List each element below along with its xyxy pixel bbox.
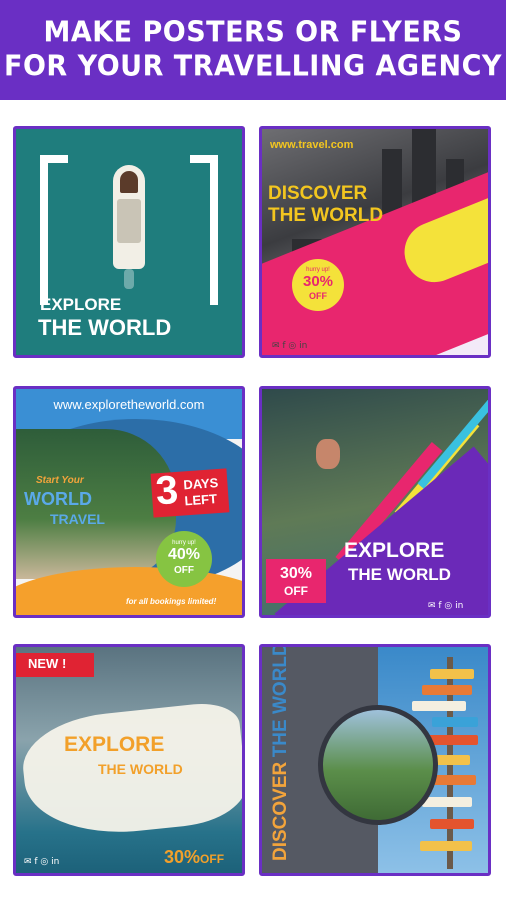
discount-text: 30%OFF (164, 847, 224, 868)
template-card-discover-city[interactable]: www.travel.com DISCOVER THE WORLD hurry … (259, 126, 491, 358)
card-title-line2: THE WORLD (98, 761, 183, 777)
card-url: www.travel.com (270, 139, 354, 151)
card-title-line1: WORLD (24, 489, 92, 509)
frame-decoration (40, 155, 68, 163)
template-card-world-travel[interactable]: www.exploretheworld.com Start Your WORLD… (13, 386, 245, 618)
header-line-2: FOR YOUR TRAVELLING AGENCY (4, 50, 502, 83)
badge-off: OFF (284, 584, 308, 598)
card-title-line2: THE WORLD (268, 205, 384, 226)
signpost-sign (430, 819, 474, 829)
badge-off: OFF (309, 291, 327, 301)
header-line-1: MAKE POSTERS OR FLYERS (43, 16, 463, 49)
badge-off: OFF (174, 565, 194, 576)
template-card-explore-boat[interactable]: EXPLORE THE WORLD (13, 126, 245, 358)
card-title-line1: EXPLORE (344, 539, 445, 562)
days-number: 3 (154, 467, 180, 514)
social-icons: ✉ f ◎ in (24, 857, 60, 867)
card-title-line1: DISCOVER (268, 183, 368, 204)
card-title-line2: THE WORLD (38, 315, 172, 340)
discount-badge: hurry up! 40% OFF (156, 531, 212, 587)
promo-header: MAKE POSTERS OR FLYERS FOR YOUR TRAVELLI… (0, 0, 506, 100)
badge-percent: 40% (167, 546, 201, 563)
signpost-sign (430, 669, 474, 679)
discount-badge: hurry up! 30% OFF (292, 259, 344, 311)
new-ribbon-label: NEW ! (28, 656, 67, 671)
vertical-title-word2: THE WORLD (270, 644, 291, 758)
card-title-line1: EXPLORE (40, 295, 122, 314)
boat-wake (124, 269, 134, 289)
discount-badge: 30% OFF (266, 559, 326, 603)
template-card-explore-beach[interactable]: NEW ! EXPLORE THE WORLD 30%OFF ✉ f ◎ in (13, 644, 245, 876)
card-title-line2: TRAVEL (50, 511, 105, 527)
vertical-title-word1: DISCOVER (270, 761, 291, 861)
badge-percent: 30% (302, 273, 334, 290)
signpost-sign (420, 841, 472, 851)
signpost-sign (432, 717, 478, 727)
social-icons: ✉ f ◎ in (272, 341, 308, 351)
footer-text: for all bookings limited! (126, 597, 217, 606)
card-title-line2: THE WORLD (348, 565, 451, 584)
template-card-discover-signpost[interactable]: DISCOVER THE WORLD (259, 644, 491, 876)
social-icons: ✉ f ◎ in (428, 601, 464, 611)
frame-decoration (190, 155, 218, 163)
frame-decoration (210, 155, 218, 305)
left-label: LEFT (184, 491, 218, 509)
days-label: DAYS (182, 475, 219, 493)
frame-decoration (40, 155, 48, 305)
signpost-sign (422, 797, 472, 807)
jumper-figure (316, 439, 340, 469)
discount-off: OFF (200, 852, 225, 866)
card-title-line1: EXPLORE (64, 733, 165, 756)
discount-percent: 30% (164, 847, 201, 867)
new-ribbon: NEW ! (16, 653, 94, 677)
signpost-sign (412, 701, 466, 711)
boat-image (117, 199, 141, 243)
days-left-badge: 3 DAYS LEFT (150, 467, 230, 518)
badge-percent: 30% (279, 565, 313, 582)
card-url: www.exploretheworld.com (53, 397, 205, 412)
hiking-trail-photo (318, 705, 438, 825)
boat-image (120, 171, 138, 193)
signpost-sign (422, 685, 472, 695)
template-card-explore-cliff[interactable]: EXPLORE THE WORLD 30% OFF ✉ f ◎ in (259, 386, 491, 618)
script-text: Start Your (36, 475, 84, 486)
vertical-title: DISCOVER THE WORLD (270, 644, 292, 861)
